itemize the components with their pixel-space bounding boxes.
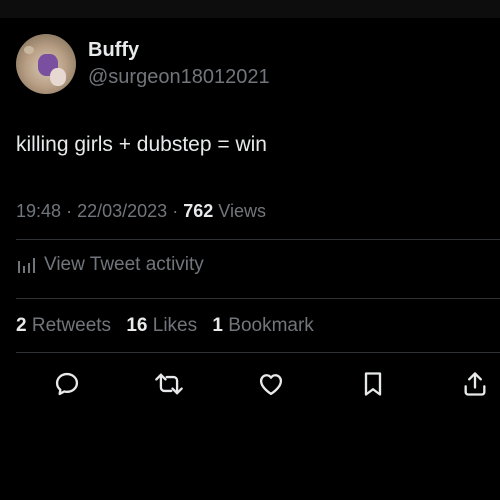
tweet-stats: 2 Retweets 16 Likes 1 Bookmark	[16, 314, 324, 338]
divider	[16, 298, 500, 299]
bookmark-button[interactable]	[355, 366, 391, 402]
view-tweet-activity-link[interactable]: View Tweet activity	[16, 254, 204, 276]
tweet-header: Buffy @surgeon18012021	[16, 34, 488, 94]
share-button[interactable]	[457, 366, 493, 402]
views-label: Views	[218, 201, 266, 221]
reply-button[interactable]	[49, 366, 85, 402]
tweet-meta: 19:48 · 22/03/2023 · 762 Views	[16, 199, 266, 223]
views-count: 762	[183, 201, 214, 221]
divider	[16, 352, 500, 353]
reply-icon	[55, 372, 79, 396]
like-button[interactable]	[253, 366, 289, 402]
avatar[interactable]	[16, 34, 76, 94]
analytics-icon	[18, 258, 35, 273]
retweet-button[interactable]	[151, 366, 187, 402]
retweets-stat[interactable]: 2 Retweets	[16, 315, 111, 336]
meta-separator: ·	[172, 201, 179, 221]
meta-separator: ·	[66, 201, 73, 221]
tweet-text: killing girls + dubstep = win	[16, 133, 267, 156]
share-icon	[464, 372, 486, 396]
tweet-time[interactable]: 19:48	[16, 201, 61, 221]
divider	[16, 239, 500, 240]
tweet-actions	[0, 366, 500, 402]
likes-stat[interactable]: 16 Likes	[126, 315, 197, 336]
top-bar	[0, 0, 500, 18]
author-display-name[interactable]: Buffy	[88, 38, 270, 62]
bookmark-icon	[364, 372, 382, 396]
author-handle[interactable]: @surgeon18012021	[88, 64, 270, 90]
retweet-icon	[155, 373, 183, 395]
heart-icon	[259, 374, 283, 396]
bookmarks-stat[interactable]: 1 Bookmark	[212, 315, 313, 336]
tweet-date[interactable]: 22/03/2023	[77, 201, 167, 221]
view-tweet-activity-label: View Tweet activity	[44, 254, 204, 275]
